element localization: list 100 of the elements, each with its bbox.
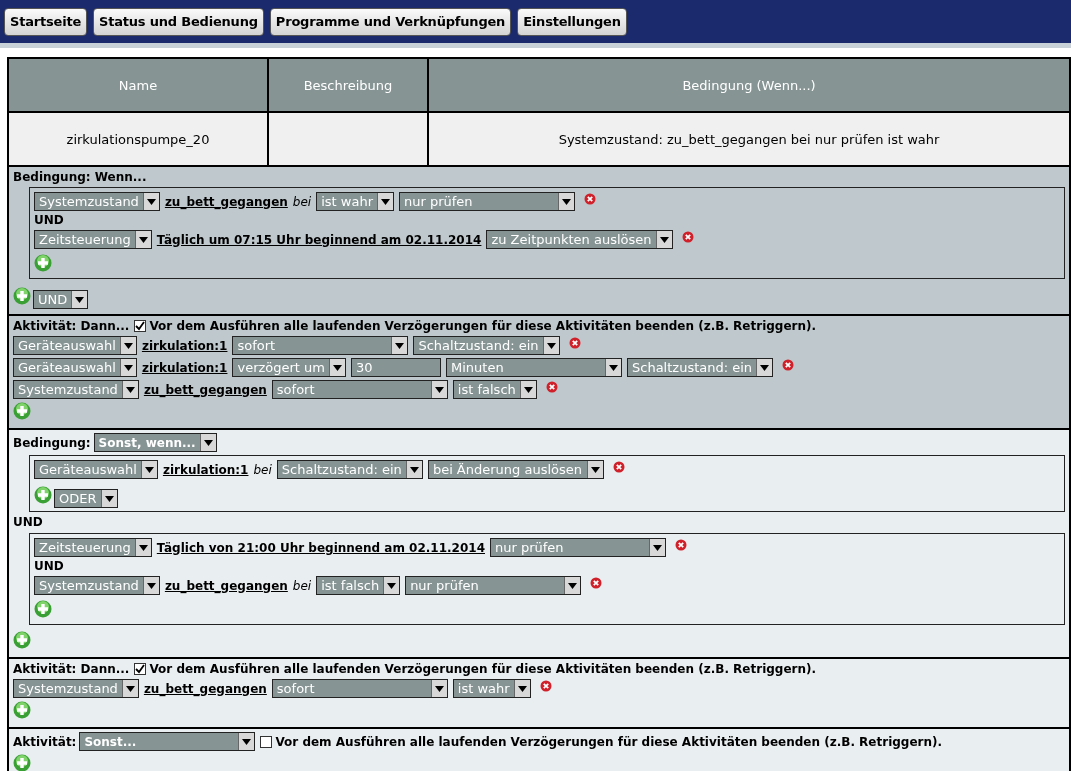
delete-icon[interactable]: [675, 538, 687, 551]
delete-icon[interactable]: [590, 576, 603, 589]
caret-icon: [125, 386, 135, 393]
joiner-label: UND: [34, 559, 65, 574]
dropdown[interactable]: sofort: [271, 679, 448, 698]
dropdown[interactable]: ist falsch: [452, 380, 537, 399]
caret-icon: [760, 364, 770, 371]
dropdown[interactable]: ist falsch: [316, 576, 401, 595]
delete-icon[interactable]: [612, 460, 625, 473]
nav-button[interactable]: Programme und Verknüpfungen: [269, 7, 512, 36]
checkbox-label: Vor dem Ausführen alle laufenden Verzögerungen für diese Aktivitäten beenden (z.B. Retriggern).: [149, 319, 817, 333]
delete-icon[interactable]: [545, 380, 558, 393]
link[interactable]: zu_bett_gegangen: [164, 194, 288, 209]
column-header: Name: [8, 58, 268, 112]
joiner-label: UND: [13, 515, 44, 530]
input-field[interactable]: 30: [351, 358, 441, 377]
caret-icon: [590, 466, 600, 473]
nav-button[interactable]: Startseite: [4, 7, 88, 36]
caret-icon: [123, 364, 133, 371]
caret-icon: [653, 544, 662, 551]
link[interactable]: zirkulation:1: [141, 360, 228, 375]
caret-icon: [146, 198, 156, 205]
section-label: Bedingung:: [13, 435, 91, 450]
dropdown[interactable]: UND: [33, 290, 89, 309]
dropdown[interactable]: sofort: [271, 380, 448, 399]
caret-icon: [123, 342, 133, 349]
caret-icon: [434, 685, 444, 692]
caret-icon: [75, 296, 85, 303]
caret-icon: [609, 364, 618, 371]
section-label: Aktivität: Dann...: [13, 319, 130, 333]
caret-icon: [242, 738, 252, 745]
dropdown[interactable]: ist wahr: [316, 192, 394, 211]
nav-button[interactable]: Status und Bedienung: [93, 7, 264, 36]
delete-icon[interactable]: [782, 358, 795, 371]
dropdown[interactable]: nur prüfen: [399, 192, 575, 211]
add-icon[interactable]: [13, 286, 31, 305]
link[interactable]: zu_bett_gegangen: [143, 681, 267, 696]
dropdown[interactable]: Zeitsteuerung: [34, 230, 152, 249]
caret-icon: [434, 386, 444, 393]
add-icon[interactable]: [13, 631, 31, 649]
dropdown[interactable]: Geräteauswahl: [13, 336, 137, 355]
dropdown[interactable]: Geräteauswahl: [34, 460, 158, 479]
dropdown[interactable]: bei Änderung auslösen: [427, 460, 604, 479]
caret-icon: [144, 466, 154, 473]
link[interactable]: zu_bett_gegangen: [164, 578, 288, 593]
caret-icon: [104, 495, 114, 502]
checkbox[interactable]: [134, 663, 147, 675]
caret-icon: [203, 439, 213, 446]
dropdown[interactable]: ist wahr: [452, 679, 531, 698]
dropdown[interactable]: Sonst...: [79, 732, 256, 751]
dropdown[interactable]: nur prüfen: [405, 576, 582, 595]
dropdown[interactable]: zu Zeitpunkten auslösen: [486, 230, 673, 249]
delete-icon[interactable]: [539, 679, 552, 692]
dropdown[interactable]: Schaltzustand: ein: [413, 336, 560, 355]
link[interactable]: zirkulation:1: [162, 462, 249, 477]
dropdown[interactable]: verzögert um: [232, 358, 346, 377]
dropdown[interactable]: ODER: [54, 489, 118, 508]
dropdown[interactable]: Systemzustand: [34, 192, 160, 211]
caret-icon: [562, 198, 571, 205]
dropdown[interactable]: Zeitsteuerung: [34, 538, 152, 557]
dropdown[interactable]: Minuten: [446, 358, 622, 377]
delete-icon[interactable]: [568, 336, 581, 349]
delete-icon[interactable]: [584, 192, 596, 205]
add-icon[interactable]: [34, 485, 52, 504]
dropdown[interactable]: sofort: [232, 336, 409, 355]
dropdown[interactable]: Schaltzustand: ein: [276, 460, 423, 479]
checkbox[interactable]: [134, 320, 147, 332]
add-icon[interactable]: [13, 402, 31, 420]
checkmark-icon: [135, 664, 146, 674]
link[interactable]: zirkulation:1: [141, 338, 228, 353]
caret-icon: [409, 466, 419, 473]
table-cell: zirkulationspumpe_20: [8, 112, 268, 166]
table-cell: Systemzustand: zu_bett_gegangen bei nur prüfen ist wahr: [428, 112, 1070, 166]
delete-icon[interactable]: [681, 230, 694, 243]
checkbox-label: Vor dem Ausführen alle laufenden Verzögerungen für diese Aktivitäten beenden (z.B. Retriggern).: [275, 734, 943, 749]
dropdown[interactable]: Systemzustand: [13, 380, 139, 399]
link[interactable]: Täglich von 21:00 Uhr beginnend am 02.11.2014: [156, 540, 485, 555]
dropdown[interactable]: nur prüfen: [490, 538, 666, 557]
dropdown[interactable]: Systemzustand: [34, 576, 160, 595]
add-icon[interactable]: [13, 701, 31, 719]
section-label: Bedingung: Wenn...: [13, 170, 147, 184]
nav-button[interactable]: Einstellungen: [517, 7, 627, 36]
add-icon[interactable]: [34, 254, 52, 272]
caret-icon: [568, 582, 578, 589]
caret-icon: [125, 685, 135, 692]
link[interactable]: Täglich um 07:15 Uhr beginnend am 02.11.2014: [156, 232, 482, 247]
dropdown[interactable]: Sonst, wenn...: [93, 433, 217, 452]
section-label: Aktivität:: [13, 734, 77, 749]
caret-icon: [333, 364, 342, 371]
checkbox[interactable]: [260, 735, 273, 748]
add-icon[interactable]: [34, 600, 52, 618]
dropdown[interactable]: Schaltzustand: ein: [627, 358, 774, 377]
caret-icon: [387, 582, 397, 589]
caret-icon: [659, 236, 669, 243]
add-icon[interactable]: [13, 754, 31, 771]
dropdown[interactable]: Systemzustand: [13, 679, 139, 698]
link[interactable]: zu_bett_gegangen: [143, 382, 267, 397]
dropdown[interactable]: Geräteauswahl: [13, 358, 137, 377]
caret-icon: [523, 386, 533, 393]
label-text: bei: [292, 194, 312, 209]
